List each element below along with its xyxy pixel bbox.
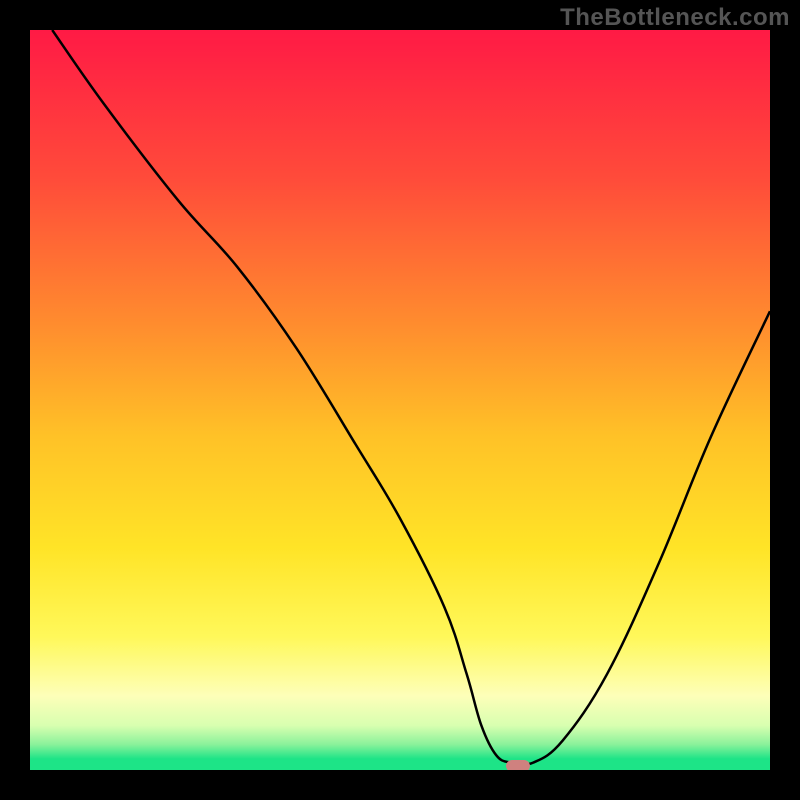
- plot-svg: [30, 30, 770, 770]
- gradient-background: [30, 30, 770, 770]
- plot-area: [30, 30, 770, 770]
- chart-frame: TheBottleneck.com: [0, 0, 800, 800]
- watermark-text: TheBottleneck.com: [560, 4, 790, 32]
- optimal-marker: [506, 760, 530, 770]
